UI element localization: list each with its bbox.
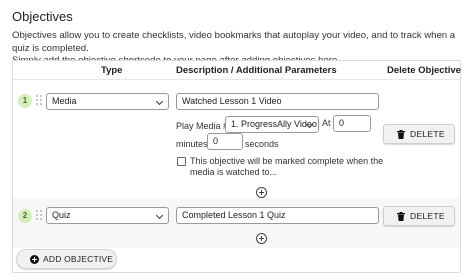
column-header-type: Type: [101, 65, 123, 76]
add-below-icon[interactable]: [256, 187, 267, 198]
checkbox-label-line-2: media is watched to...: [190, 167, 278, 177]
chevron-down-icon: [155, 97, 164, 106]
seconds-input[interactable]: 0: [207, 133, 243, 150]
objective-description-input[interactable]: Completed Lesson 1 Quiz: [176, 207, 379, 224]
objective-type-value: Quiz: [52, 210, 71, 220]
play-media-label: Play Media #: [176, 121, 229, 131]
objective-description-input[interactable]: Watched Lesson 1 Video: [176, 93, 379, 110]
objective-type-select[interactable]: Quiz: [46, 207, 169, 224]
trash-icon: [397, 130, 405, 139]
minutes-input[interactable]: 0: [333, 115, 371, 132]
delete-label: DELETE: [410, 211, 445, 221]
plus-circle-icon: [30, 255, 39, 264]
header-divider: [13, 79, 460, 80]
seconds-label: seconds: [245, 139, 279, 149]
column-header-delete: Delete Objective: [387, 65, 461, 76]
objective-number-badge: 2: [18, 209, 32, 223]
objective-type-value: Media: [52, 96, 77, 106]
drag-handle-icon[interactable]: [36, 95, 42, 106]
drag-handle-icon[interactable]: [36, 210, 42, 221]
page-title: Objectives: [12, 9, 73, 24]
delete-label: DELETE: [410, 129, 445, 139]
delete-objective-button[interactable]: DELETE: [383, 206, 455, 226]
media-select-value: 1. ProgressAlly Video: [231, 119, 317, 129]
checkbox-label-line-1: This objective will be marked complete w…: [190, 156, 384, 166]
media-select[interactable]: 1. ProgressAlly Video: [225, 116, 319, 133]
add-objective-label: ADD OBJECTIVE: [43, 254, 114, 264]
objective-number-badge: 1: [18, 94, 32, 108]
completion-checkbox[interactable]: [177, 157, 186, 166]
chevron-down-icon: [155, 211, 164, 220]
completion-checkbox-label: This objective will be marked complete w…: [190, 156, 383, 178]
minutes-label: minutes: [176, 139, 208, 149]
add-below-icon[interactable]: [256, 233, 267, 244]
delete-objective-button[interactable]: DELETE: [383, 124, 455, 144]
trash-icon: [397, 212, 405, 221]
column-header-description: Description / Additional Parameters: [176, 65, 337, 76]
intro-line-1: Objectives allow you to create checklist…: [12, 30, 456, 54]
objective-type-select[interactable]: Media: [46, 93, 169, 110]
at-label: At: [322, 118, 331, 128]
add-objective-button[interactable]: ADD OBJECTIVE: [16, 249, 117, 269]
